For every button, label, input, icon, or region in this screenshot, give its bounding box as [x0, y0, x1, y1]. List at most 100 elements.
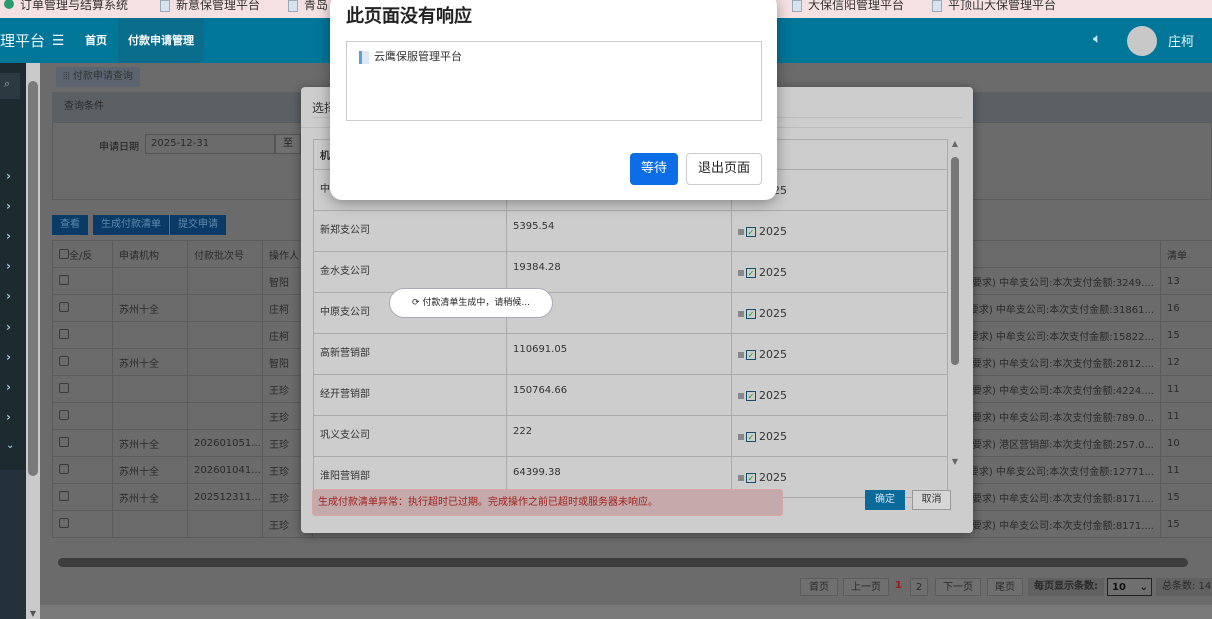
- row-select[interactable]: [52, 348, 113, 376]
- row-checkbox[interactable]: [59, 409, 69, 420]
- browser-tab[interactable]: 青岛: [288, 0, 328, 13]
- scroll-down-icon[interactable]: ▼: [26, 609, 40, 619]
- checkbox-checked[interactable]: ✓: [746, 473, 756, 483]
- row-select[interactable]: [52, 483, 113, 511]
- hamburger-menu-icon[interactable]: ☰: [41, 18, 75, 63]
- row-select[interactable]: [52, 456, 113, 484]
- first-page-button[interactable]: 首页: [800, 578, 838, 596]
- cell-amount: 110691.05: [506, 333, 732, 375]
- scroll-down-icon[interactable]: ▼: [947, 457, 963, 466]
- browser-tab[interactable]: 平顶山大保管理平台: [932, 0, 1056, 13]
- chevron-right-icon[interactable]: ›: [6, 169, 11, 183]
- expand-icon[interactable]: [738, 393, 744, 399]
- per-page-select[interactable]: 10 ⌄: [1107, 578, 1152, 596]
- chevron-down-icon[interactable]: ⌄: [6, 440, 14, 451]
- expand-icon[interactable]: [738, 229, 744, 235]
- submit-request-button[interactable]: 提交申请: [170, 215, 226, 235]
- chevron-right-icon[interactable]: ›: [6, 289, 11, 303]
- date-from-input[interactable]: 2025-12-31: [145, 134, 275, 154]
- ok-button[interactable]: 确定: [865, 490, 905, 510]
- next-page-button[interactable]: 下一页: [935, 578, 981, 596]
- speaker-icon[interactable]: 🔈︎: [1093, 31, 1101, 47]
- page-1[interactable]: 1: [895, 580, 902, 591]
- cell-batch-link[interactable]: [187, 402, 263, 430]
- horizontal-scrollbar[interactable]: [58, 558, 1188, 567]
- search-icon[interactable]: ⌕: [0, 73, 20, 99]
- cell-batch-link[interactable]: [187, 375, 263, 403]
- scroll-up-icon[interactable]: ▲: [947, 139, 963, 148]
- user-name[interactable]: 庄柯: [1168, 31, 1194, 50]
- cell-batch-link[interactable]: [187, 321, 263, 349]
- chevron-right-icon[interactable]: ›: [6, 380, 11, 394]
- sidebar-scrollbar[interactable]: [26, 63, 40, 619]
- cell-batch-link[interactable]: [187, 267, 263, 295]
- row-select[interactable]: [52, 510, 113, 538]
- wait-button[interactable]: 等待: [630, 153, 678, 185]
- row-checkbox[interactable]: [59, 301, 69, 312]
- page-2[interactable]: 2: [910, 578, 928, 596]
- chevron-right-icon[interactable]: ›: [6, 229, 11, 243]
- last-page-button[interactable]: 尾页: [987, 578, 1023, 596]
- checkbox-checked[interactable]: ✓: [746, 391, 756, 401]
- expand-icon[interactable]: [738, 311, 744, 317]
- chevron-right-icon[interactable]: ›: [6, 199, 11, 213]
- row-checkbox[interactable]: [59, 382, 69, 393]
- row-checkbox[interactable]: [59, 355, 69, 366]
- checkbox-checked[interactable]: ✓: [746, 309, 756, 319]
- row-select[interactable]: [52, 375, 113, 403]
- cell-batch-link[interactable]: 202512311...: [187, 483, 263, 511]
- cell-batch-link[interactable]: 202601041...: [187, 456, 263, 484]
- browser-tab[interactable]: 大保信阳管理平台: [792, 0, 904, 13]
- cancel-button[interactable]: 取消: [912, 490, 951, 510]
- checkbox-checked[interactable]: ✓: [746, 432, 756, 442]
- chevron-right-icon[interactable]: ›: [6, 320, 11, 334]
- view-button[interactable]: 查看: [52, 215, 88, 235]
- table-row[interactable]: 金水支公司 19384.28 ✓ 2025: [313, 251, 948, 293]
- browser-tab[interactable]: 新意保管理平台: [160, 0, 260, 13]
- expand-icon[interactable]: [738, 434, 744, 440]
- chevron-right-icon[interactable]: ›: [6, 350, 11, 364]
- chevron-right-icon[interactable]: ›: [6, 410, 11, 424]
- scrollbar-thumb[interactable]: [951, 157, 959, 365]
- checkbox-checked[interactable]: ✓: [746, 227, 756, 237]
- row-checkbox[interactable]: [59, 436, 69, 447]
- avatar[interactable]: [1127, 26, 1157, 56]
- dialog-scrollbar[interactable]: ▲ ▼: [947, 139, 963, 469]
- row-select[interactable]: [52, 402, 113, 430]
- cell-batch-link[interactable]: [187, 510, 263, 538]
- nav-payment-management[interactable]: 付款申请管理: [118, 18, 204, 63]
- expand-icon[interactable]: [738, 475, 744, 481]
- row-select[interactable]: [52, 321, 113, 349]
- row-checkbox[interactable]: [59, 328, 69, 339]
- select-all-checkbox[interactable]: [59, 248, 69, 259]
- chevron-right-icon[interactable]: ›: [6, 259, 11, 273]
- row-select[interactable]: [52, 429, 113, 457]
- table-row[interactable]: 新郑支公司 5395.54 ✓ 2025: [313, 210, 948, 252]
- scrollbar-thumb[interactable]: [28, 81, 38, 476]
- row-checkbox[interactable]: [59, 490, 69, 501]
- nav-home[interactable]: 首页: [75, 18, 117, 63]
- cell-amount: 19384.28: [506, 251, 732, 293]
- table-row[interactable]: 巩义支公司 222 ✓ 2025: [313, 415, 948, 457]
- expand-icon[interactable]: [738, 270, 744, 276]
- table-row[interactable]: 经开营销部 150764.66 ✓ 2025: [313, 374, 948, 416]
- exit-page-button[interactable]: 退出页面: [686, 153, 762, 185]
- row-select[interactable]: [52, 294, 113, 322]
- browser-tab[interactable]: 订单管理与结算系统: [4, 0, 128, 13]
- tab-payment-query[interactable]: ⦙⦙⦙ 付款申请查询: [56, 67, 140, 87]
- generate-list-button[interactable]: 生成付款清单: [93, 215, 169, 235]
- table-row[interactable]: 高新营销部 110691.05 ✓ 2025: [313, 333, 948, 375]
- row-select[interactable]: [52, 267, 113, 295]
- cell-batch-link[interactable]: [187, 294, 263, 322]
- select-all[interactable]: 全/反: [52, 240, 113, 268]
- row-checkbox[interactable]: [59, 517, 69, 528]
- row-checkbox[interactable]: [59, 274, 69, 285]
- row-checkbox[interactable]: [59, 463, 69, 474]
- chevron-down-icon: ⌄: [1139, 582, 1148, 593]
- cell-batch-link[interactable]: [187, 348, 263, 376]
- prev-page-button[interactable]: 上一页: [843, 578, 889, 596]
- checkbox-checked[interactable]: ✓: [746, 268, 756, 278]
- checkbox-checked[interactable]: ✓: [746, 350, 756, 360]
- expand-icon[interactable]: [738, 352, 744, 358]
- cell-batch-link[interactable]: 202601051...: [187, 429, 263, 457]
